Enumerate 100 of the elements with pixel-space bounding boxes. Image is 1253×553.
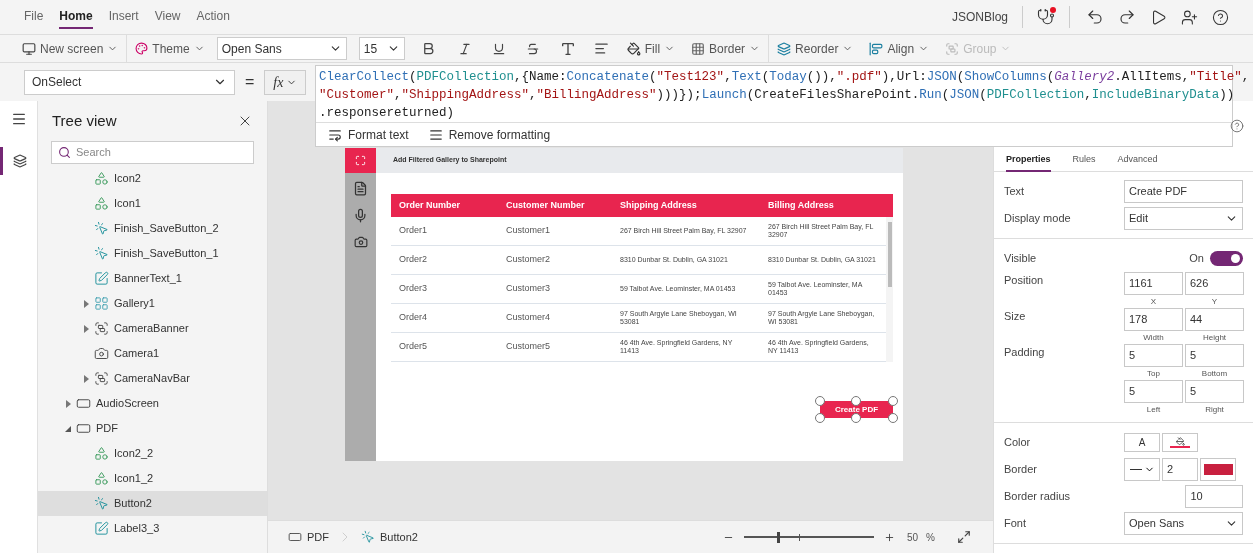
theme-button[interactable]: Theme (127, 35, 213, 62)
expand-arrow-icon[interactable] (65, 399, 71, 408)
format-text-button[interactable]: Format text (328, 125, 409, 144)
new-screen-button[interactable]: New screen (14, 35, 127, 62)
formula-text[interactable]: ClearCollect(PDFCollection,{Name:Concatenate("Test123",Text(Today()),".pdf"),Url:JSON(ShowColumns(Gallery2.AllItems,"Title", "Customer","ShippingAddress","BillingAddress")))});Launch(CreateFilesSharePoint.Run(JSON(PDFCollection,IncludeBinaryData)) .responsereturned) (319, 68, 1250, 122)
text-color-button[interactable]: A (1124, 433, 1160, 452)
border-style-dropdown[interactable] (1124, 458, 1160, 481)
property-label: Color (1004, 435, 1032, 451)
field-caption: Height (1202, 332, 1227, 344)
underline-icon[interactable] (491, 41, 506, 56)
dropdown[interactable]: Edit (1124, 207, 1243, 230)
menu-tab[interactable]: View (154, 5, 181, 29)
property-label: Text (1004, 184, 1026, 200)
play-icon[interactable] (1150, 8, 1167, 26)
property-label: Display mode (1004, 211, 1072, 227)
align-icon (869, 41, 884, 56)
menu-tab[interactable]: Insert (108, 5, 139, 29)
expand-arrow-icon[interactable] (83, 374, 89, 383)
property-dropdown[interactable]: OnSelect (24, 69, 235, 95)
property-label: Visible (1004, 251, 1038, 267)
screen-icon (288, 530, 302, 544)
font-color-icon[interactable] (559, 40, 576, 57)
number-field[interactable]: 44 (1185, 308, 1244, 331)
tree-item[interactable]: Camera1 (38, 341, 267, 366)
expand-arrow-icon[interactable] (83, 324, 89, 333)
tree-item-label: Button2 (114, 496, 152, 512)
panel-tab[interactable]: Rules (1072, 150, 1096, 172)
number-field[interactable]: 10 (1185, 485, 1243, 508)
menu-tab[interactable]: Action (196, 5, 230, 29)
italic-icon[interactable] (457, 41, 472, 56)
text-field[interactable]: Create PDF (1124, 180, 1243, 203)
number-field[interactable]: 178 (1124, 308, 1183, 331)
font-dropdown[interactable]: Open Sans (216, 37, 347, 60)
column-header: Billing Address (767, 198, 835, 212)
tree-item[interactable]: Label3_3 (38, 516, 267, 541)
tree-item[interactable]: CameraNavBar (38, 366, 267, 391)
align-button[interactable]: Align (861, 35, 938, 62)
tree-item-label: Icon2 (114, 171, 141, 187)
number-field[interactable]: 5 (1124, 344, 1183, 367)
tree-item[interactable]: Gallery1 (38, 291, 267, 316)
menu-tab[interactable]: File (24, 5, 44, 29)
undo-icon[interactable] (1086, 8, 1104, 26)
tree-item[interactable]: Icon1_2 (38, 466, 267, 491)
fill-button[interactable]: Fill (618, 35, 684, 62)
remove-formatting-button[interactable]: Remove formatting (428, 125, 551, 144)
tree-item[interactable]: Button2 (38, 491, 267, 516)
pointer-click-icon (94, 221, 109, 236)
slider-thumb[interactable] (776, 531, 780, 543)
property-label: Border (1004, 462, 1039, 478)
redo-icon[interactable] (1118, 8, 1136, 26)
tree-item[interactable]: CameraBanner (38, 316, 267, 341)
panel-tab[interactable]: Advanced (1117, 150, 1158, 172)
add-user-icon[interactable] (1181, 8, 1198, 26)
microphone-icon[interactable] (353, 208, 368, 223)
table-cell-text: Order3 (398, 282, 428, 296)
expand-icon[interactable] (957, 530, 971, 544)
fx-button[interactable]: fx (264, 69, 307, 95)
expand-arrow-icon[interactable] (83, 299, 89, 308)
create-pdf-button[interactable]: Create PDF (820, 401, 893, 418)
number-field[interactable]: 2 (1162, 458, 1198, 481)
tree-item[interactable]: Icon2_2 (38, 441, 267, 466)
tree-item[interactable]: Icon2 (38, 166, 267, 191)
toggle-switch[interactable] (1210, 251, 1243, 266)
reorder-button[interactable]: Reorder (769, 35, 862, 62)
search-field[interactable]: Search (51, 141, 254, 164)
fill-color-button[interactable] (1162, 433, 1198, 452)
border-button[interactable]: Border (683, 35, 769, 62)
stethoscope-icon[interactable] (1037, 8, 1055, 26)
tree-item-label: Finish_SaveButton_1 (114, 246, 219, 262)
breadcrumb[interactable]: Button2 (355, 528, 424, 546)
help-icon[interactable] (1212, 8, 1229, 26)
menu-tab[interactable]: Home (59, 5, 93, 29)
collapse-arrow-icon[interactable] (65, 425, 71, 432)
panel-tab[interactable]: Properties (1006, 150, 1051, 172)
table-cell-text: Order5 (398, 340, 428, 354)
number-field[interactable]: 5 (1185, 380, 1244, 403)
number-field[interactable]: 5 (1124, 380, 1183, 403)
strikethrough-icon[interactable] (525, 41, 540, 56)
align-text-icon[interactable] (593, 41, 609, 56)
border-color-button[interactable] (1200, 458, 1236, 481)
document-icon[interactable] (353, 181, 368, 196)
font-size-dropdown[interactable]: 15 (358, 37, 405, 60)
fullscreen-icon[interactable] (355, 155, 366, 166)
breadcrumb[interactable]: PDF (282, 528, 335, 546)
tree-item[interactable]: Finish_SaveButton_2 (38, 216, 267, 241)
number-field[interactable]: 626 (1185, 272, 1244, 295)
menu-icon[interactable] (10, 111, 27, 127)
tree-item[interactable]: Icon1 (38, 191, 267, 216)
camera-icon[interactable] (353, 235, 368, 249)
tree-item[interactable]: PDF (38, 416, 267, 441)
tree-item[interactable]: Finish_SaveButton_1 (38, 241, 267, 266)
zoom-in-icon[interactable] (883, 531, 895, 543)
number-field[interactable]: 1161 (1124, 272, 1183, 295)
tree-item-label: Icon2_2 (114, 446, 154, 462)
help-icon[interactable] (1230, 119, 1244, 133)
tree-item[interactable]: AudioScreen (38, 391, 267, 416)
number-field[interactable]: 5 (1185, 344, 1244, 367)
tree-item[interactable]: BannerText_1 (38, 266, 267, 291)
dropdown[interactable]: Open Sans (1124, 512, 1243, 535)
zoom-slider[interactable] (743, 531, 874, 543)
